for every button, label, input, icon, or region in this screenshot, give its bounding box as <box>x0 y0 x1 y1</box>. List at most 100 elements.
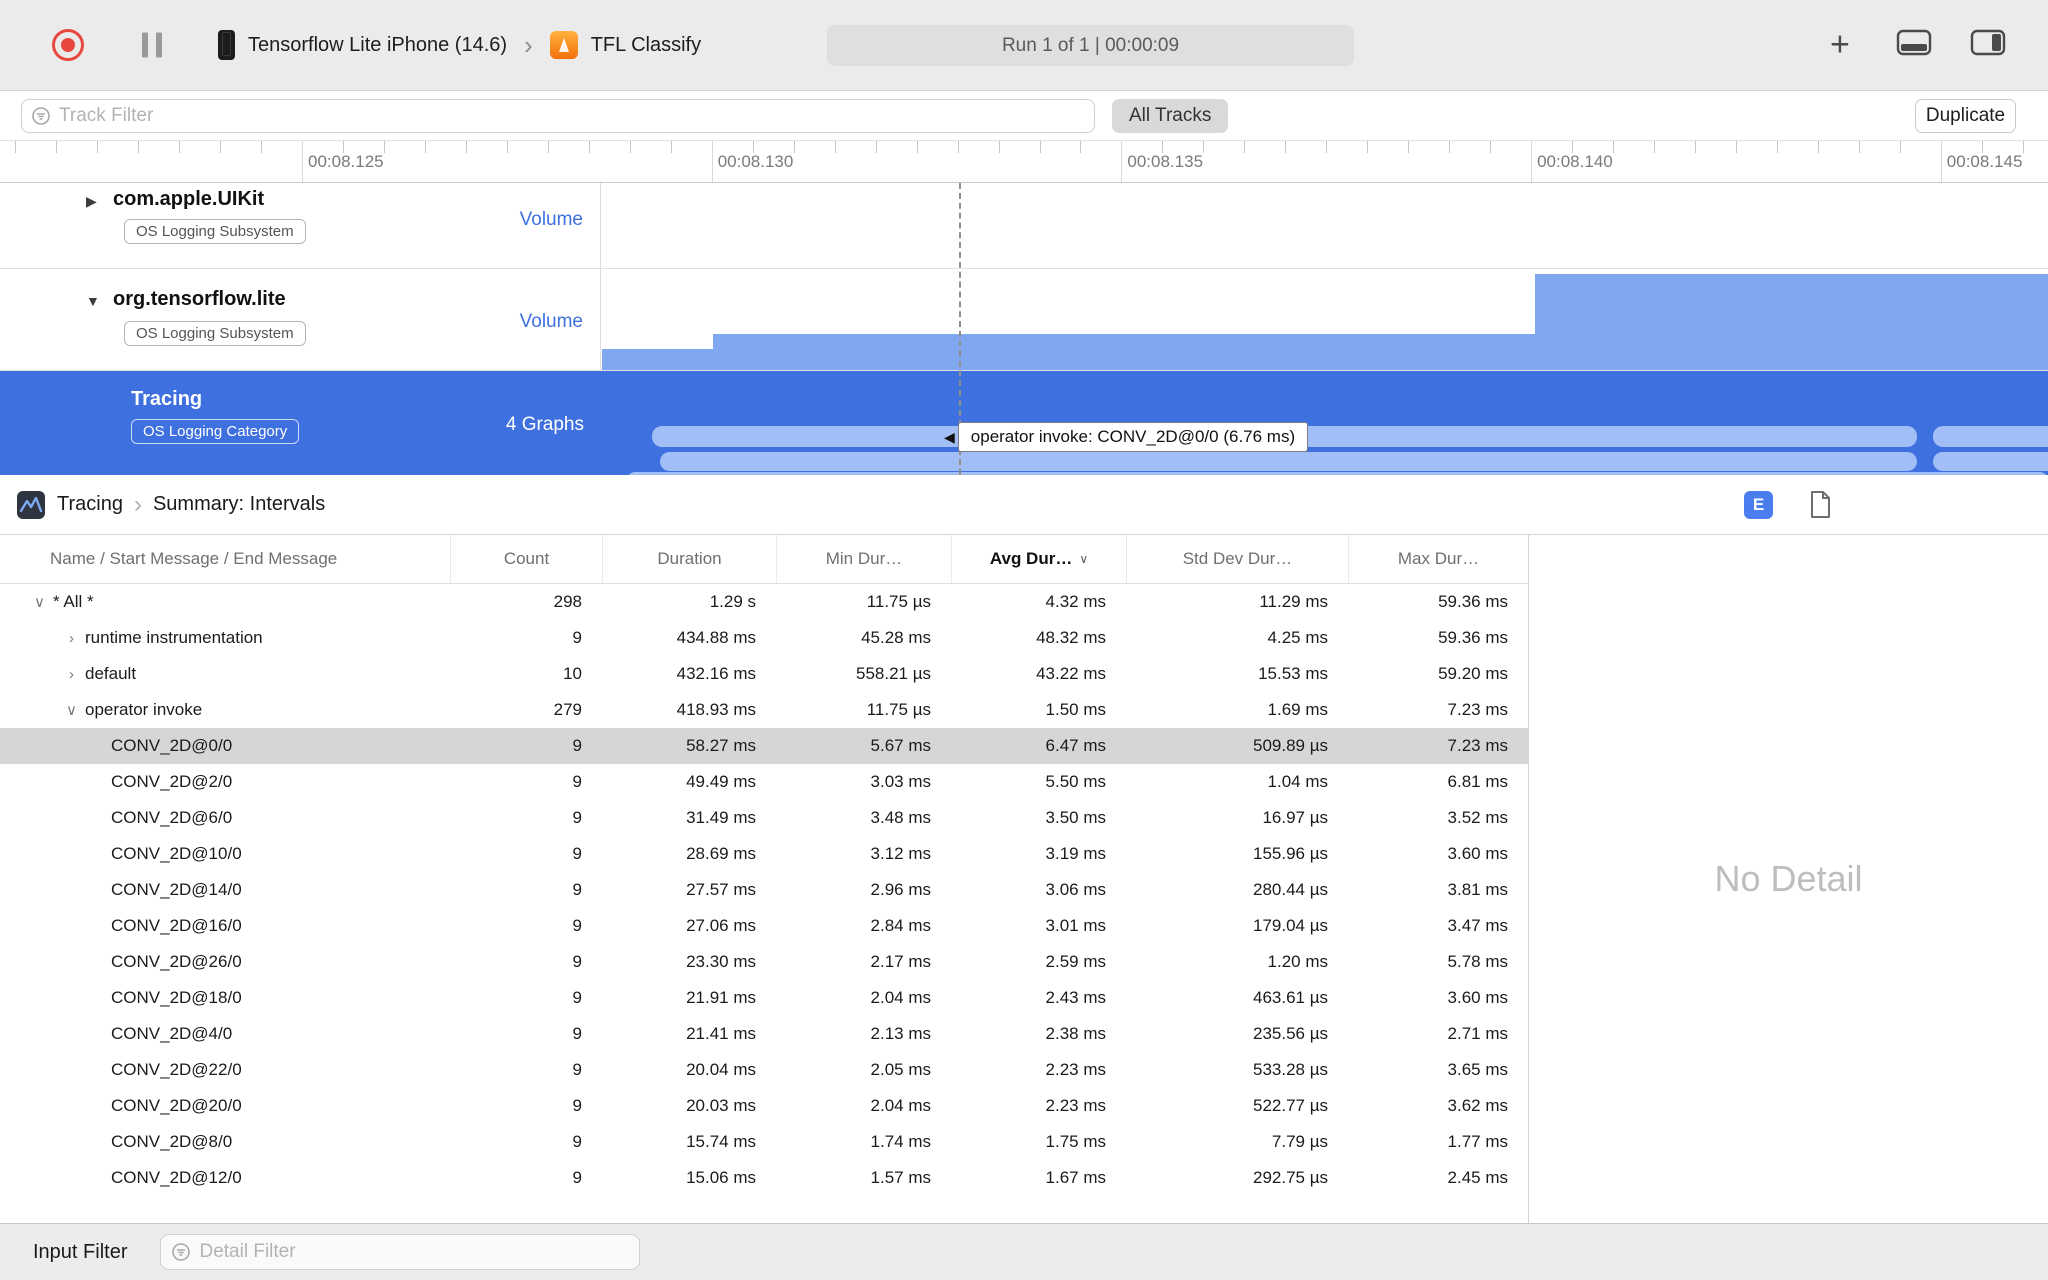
cell-max: 5.78 ms <box>1447 952 1508 971</box>
ruler-tick <box>261 141 262 153</box>
cell-duration: 27.06 ms <box>686 916 756 935</box>
disclosure-collapsed-icon[interactable]: ▶ <box>86 193 97 210</box>
cell-avg: 48.32 ms <box>1036 628 1106 647</box>
column-header-avg[interactable]: Avg Dur… ∨ <box>951 535 1126 583</box>
row-name-cell: CONV_2D@2/0 <box>0 772 450 792</box>
ruler-tick <box>1326 141 1328 153</box>
table-row[interactable]: › runtime instrumentation 9 434.88 ms 45.28 … <box>0 620 1528 656</box>
instruments-window: Tensorflow Lite iPhone (14.6) › TFL Clas… <box>0 0 2048 1280</box>
duplicate-button[interactable]: Duplicate <box>1915 99 2016 133</box>
column-header-min[interactable]: Min Dur… <box>776 535 951 583</box>
track-lane[interactable] <box>602 269 2048 370</box>
table-row[interactable]: CONV_2D@22/0 9 20.04 ms 2.05 ms 2.23 ms 533.2… <box>0 1052 1528 1088</box>
disclosure-expanded-icon[interactable]: ∨ <box>58 701 85 719</box>
row-name-cell: › runtime instrumentation <box>0 628 450 648</box>
document-view-button[interactable] <box>1808 490 1832 524</box>
volume-bar <box>1535 274 2048 370</box>
target-selector[interactable]: Tensorflow Lite iPhone (14.6) › TFL Clas… <box>218 30 701 60</box>
bottom-panel-icon <box>1896 29 1932 56</box>
cell-max: 59.20 ms <box>1438 664 1508 683</box>
interval-bar[interactable] <box>660 452 1917 471</box>
toggle-right-panel-button[interactable] <box>1970 29 2006 61</box>
toggle-bottom-panel-button[interactable] <box>1896 29 1932 61</box>
cell-avg: 3.19 ms <box>1045 844 1106 863</box>
cell-max: 3.65 ms <box>1447 1060 1508 1079</box>
timeline-ruler[interactable]: 00:08.125 00:08.130 00:08.135 00:08.140 00:0… <box>0 141 2048 183</box>
ruler-tick <box>1039 141 1041 153</box>
interval-bar[interactable] <box>1933 452 2048 471</box>
cell-max: 3.47 ms <box>1447 916 1508 935</box>
table-row[interactable]: CONV_2D@12/0 9 15.06 ms 1.57 ms 1.67 ms 292.7… <box>0 1160 1528 1196</box>
device-name[interactable]: Tensorflow Lite iPhone (14.6) <box>248 34 507 57</box>
track-header: ▶ com.apple.UIKit OS Logging Subsystem V… <box>0 183 601 268</box>
table-row[interactable]: › default 10 432.16 ms 558.21 µs 43.22 ms 15.5… <box>0 656 1528 692</box>
ruler-tick <box>179 141 181 153</box>
table-row[interactable]: CONV_2D@16/0 9 27.06 ms 2.84 ms 3.01 ms 179.0… <box>0 908 1528 944</box>
right-panel-icon <box>1970 29 2006 56</box>
row-name-cell: CONV_2D@16/0 <box>0 916 450 936</box>
all-tracks-button[interactable]: All Tracks <box>1112 99 1229 133</box>
table-row[interactable]: CONV_2D@20/0 9 20.03 ms 2.04 ms 2.23 ms 522.7… <box>0 1088 1528 1124</box>
pause-button[interactable] <box>142 32 162 58</box>
row-name: CONV_2D@4/0 <box>111 1024 233 1043</box>
interval-bar[interactable] <box>1933 426 2048 447</box>
ruler-tick <box>138 141 140 153</box>
extended-detail-button[interactable]: E <box>1744 491 1773 519</box>
sort-direction-icon[interactable]: ∨ <box>1079 552 1088 566</box>
cell-duration: 20.03 ms <box>686 1096 756 1115</box>
column-header-count[interactable]: Count <box>450 535 602 583</box>
row-name-cell: CONV_2D@20/0 <box>0 1096 450 1116</box>
track-lane[interactable] <box>602 371 2048 475</box>
column-header-std[interactable]: Std Dev Dur… <box>1126 535 1348 583</box>
table-row[interactable]: CONV_2D@2/0 9 49.49 ms 3.03 ms 5.50 ms 1.04 m… <box>0 764 1528 800</box>
chevron-right-icon: › <box>524 30 533 60</box>
ruler-tick <box>588 141 590 153</box>
add-instrument-button[interactable]: + <box>1830 26 1850 65</box>
table-row[interactable]: CONV_2D@26/0 9 23.30 ms 2.17 ms 2.59 ms 1.20 … <box>0 944 1528 980</box>
track-filter-input[interactable] <box>59 105 1085 127</box>
track-tensorflow[interactable]: ▼ org.tensorflow.lite OS Logging Subsyst… <box>0 269 2048 371</box>
disclosure-expanded-icon[interactable]: ▼ <box>86 293 100 309</box>
row-name: CONV_2D@18/0 <box>111 988 242 1007</box>
ruler-tick <box>2022 141 2024 153</box>
cell-min: 45.28 ms <box>861 628 931 647</box>
table-row[interactable]: CONV_2D@6/0 9 31.49 ms 3.48 ms 3.50 ms 16.97 … <box>0 800 1528 836</box>
target-name[interactable]: TFL Classify <box>591 34 701 57</box>
cell-min: 3.12 ms <box>870 844 931 863</box>
cell-max: 7.23 ms <box>1447 700 1508 719</box>
track-lane[interactable] <box>602 183 2048 268</box>
column-header-max[interactable]: Max Dur… <box>1348 535 1528 583</box>
cell-count: 9 <box>572 808 582 827</box>
track-filter-field[interactable] <box>21 99 1095 133</box>
column-header-name[interactable]: Name / Start Message / End Message <box>0 535 450 583</box>
disclosure-expanded-icon[interactable]: ∨ <box>26 593 53 611</box>
cell-std: 280.44 µs <box>1252 880 1328 899</box>
breadcrumb-page[interactable]: Summary: Intervals <box>153 493 325 516</box>
cell-min: 1.74 ms <box>870 1132 931 1151</box>
column-header-duration[interactable]: Duration <box>602 535 776 583</box>
column-header-avg-label: Avg Dur… <box>989 549 1073 568</box>
table-row[interactable]: CONV_2D@18/0 9 21.91 ms 2.04 ms 2.43 ms 463.6… <box>0 980 1528 1016</box>
disclosure-collapsed-icon[interactable]: › <box>58 630 85 647</box>
table-row[interactable]: CONV_2D@14/0 9 27.57 ms 2.96 ms 3.06 ms 280.4… <box>0 872 1528 908</box>
ruler-tick <box>383 141 385 153</box>
lane-label: 4 Graphs <box>505 414 584 435</box>
breadcrumb-section[interactable]: Tracing <box>57 493 123 516</box>
cell-min: 2.84 ms <box>870 916 931 935</box>
detail-filter-input[interactable] <box>199 1241 630 1263</box>
table-row[interactable]: CONV_2D@0/0 9 58.27 ms 5.67 ms 6.47 ms 509.89… <box>0 728 1528 764</box>
cell-avg: 2.23 ms <box>1045 1096 1106 1115</box>
disclosure-collapsed-icon[interactable]: › <box>58 666 85 683</box>
table-row[interactable]: CONV_2D@4/0 9 21.41 ms 2.13 ms 2.38 ms 235.56… <box>0 1016 1528 1052</box>
cell-duration: 15.06 ms <box>686 1168 756 1187</box>
cell-max: 2.45 ms <box>1447 1168 1508 1187</box>
table-row[interactable]: CONV_2D@8/0 9 15.74 ms 1.74 ms 1.75 ms 7.79 µ… <box>0 1124 1528 1160</box>
ruler-tick <box>465 141 467 153</box>
table-row[interactable]: CONV_2D@10/0 9 28.69 ms 3.12 ms 3.19 ms 155.9… <box>0 836 1528 872</box>
table-row[interactable]: ∨ operator invoke 279 418.93 ms 11.75 µs 1.50… <box>0 692 1528 728</box>
table-row[interactable]: ∨ * All * 298 1.29 s 11.75 µs 4.32 ms 11.29 ms… <box>0 584 1528 620</box>
detail-filter-field[interactable] <box>160 1234 641 1270</box>
record-button[interactable] <box>52 29 84 61</box>
row-name-cell: ∨ operator invoke <box>0 700 450 720</box>
track-uikit[interactable]: ▶ com.apple.UIKit OS Logging Subsystem V… <box>0 183 2048 269</box>
